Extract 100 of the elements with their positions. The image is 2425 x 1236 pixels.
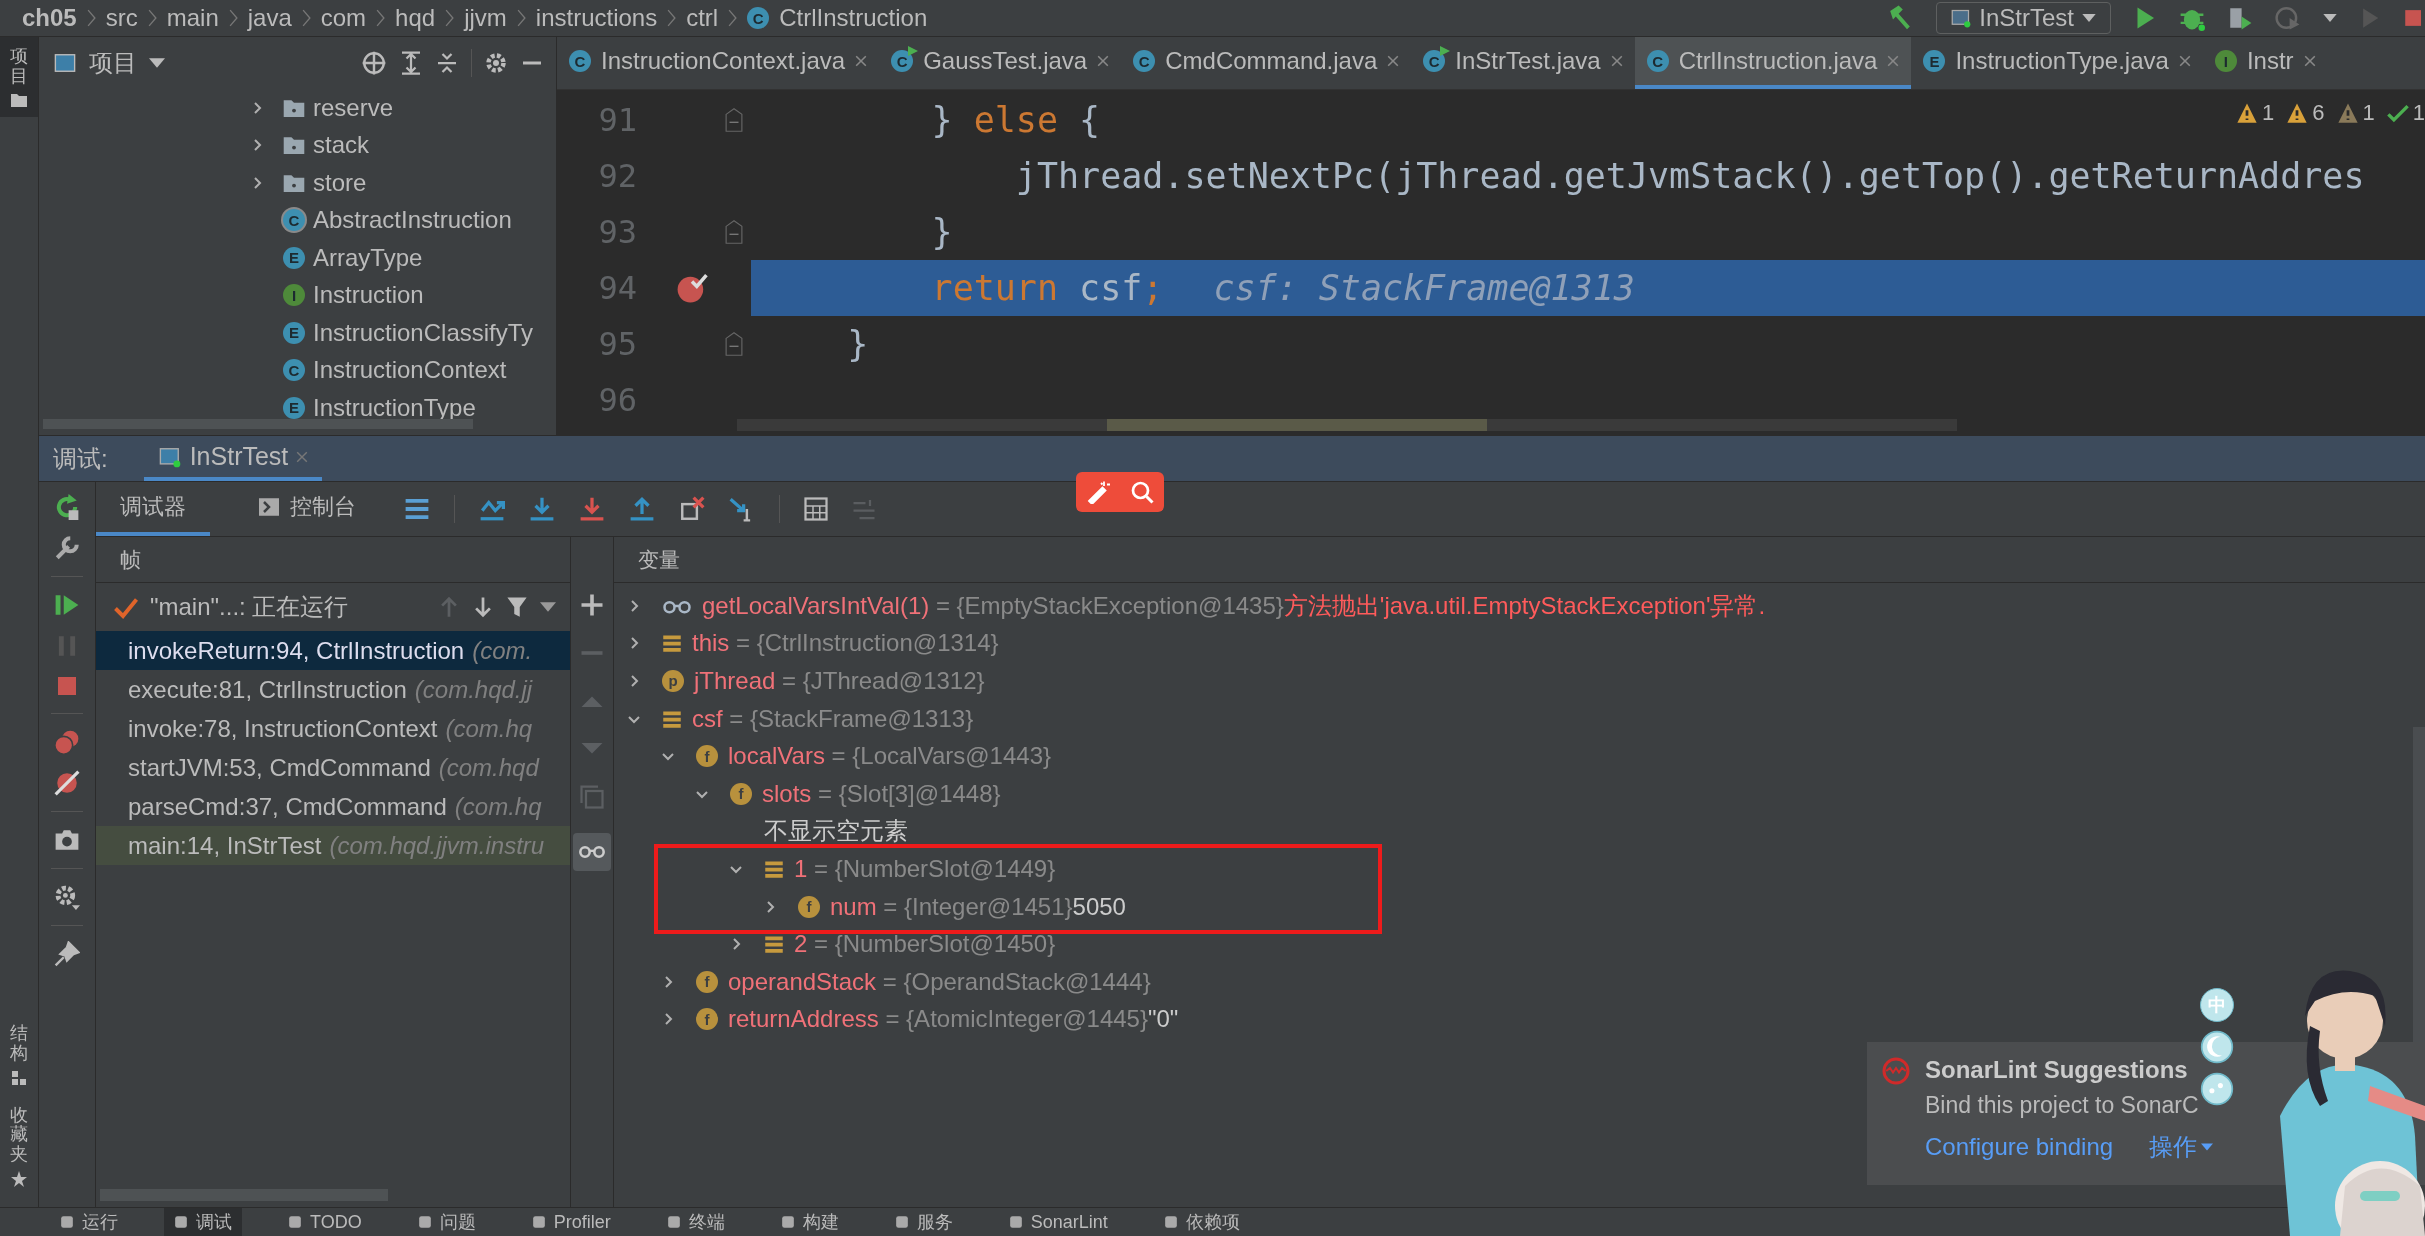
editor-tab[interactable]: C CmdCommand.java xyxy=(1121,37,1412,89)
step-into-icon[interactable] xyxy=(529,496,555,522)
breadcrumb-item[interactable]: instructions xyxy=(535,4,658,32)
variable-entry[interactable]: returnAddress = {AtomicInteger@1445}"0" xyxy=(728,1005,1179,1034)
stack-frame-row[interactable]: invokeReturn:94, CtrlInstruction (com. xyxy=(96,631,570,670)
calculator-icon[interactable] xyxy=(804,497,828,521)
scrollbar-thumb[interactable] xyxy=(1107,419,1487,431)
resume-icon[interactable] xyxy=(54,592,80,618)
breadcrumb-item[interactable]: main xyxy=(166,4,219,32)
pin-icon[interactable] xyxy=(54,941,80,967)
step-out-icon[interactable] xyxy=(629,496,655,522)
settings-icon[interactable] xyxy=(54,884,80,910)
tool-window-tab[interactable]: TODO xyxy=(278,1208,372,1236)
editor-tab[interactable]: C InstructionContext.java xyxy=(557,37,880,89)
tool-window-tab[interactable]: 服务 xyxy=(884,1208,963,1236)
project-panel-title[interactable]: 项目 xyxy=(89,47,137,79)
close-icon[interactable] xyxy=(1387,55,1400,67)
variable-entry[interactable]: 1 = {NumberSlot@1449} xyxy=(794,854,1056,883)
warning-icon[interactable] xyxy=(2236,102,2258,124)
fold-marker-icon[interactable] xyxy=(725,219,743,245)
dots-icon[interactable] xyxy=(2200,1072,2234,1106)
variable-entry[interactable]: getLocalVarsIntVal(1) = {EmptyStackException@1435}方法抛出'java.util.EmptyStackException'异常. xyxy=(702,589,1766,622)
editor-tab[interactable]: I Instr xyxy=(2202,37,2328,89)
tool-window-tab[interactable]: SonarLint xyxy=(998,1208,1118,1236)
mute-breakpoints-icon[interactable] xyxy=(54,770,80,796)
dropdown-caret-icon[interactable] xyxy=(540,602,556,612)
breadcrumb-item[interactable]: jjvm xyxy=(464,4,507,32)
variable-entry[interactable]: 2 = {NumberSlot@1450} xyxy=(794,930,1056,959)
variable-entry[interactable]: jThread = {JThread@1312} xyxy=(694,667,985,695)
breakpoints-icon[interactable] xyxy=(54,729,80,755)
project-tree-item[interactable]: InstructionContext xyxy=(313,356,507,385)
project-tree-item[interactable]: AbstractInstruction xyxy=(313,206,512,235)
collapse-all-icon[interactable] xyxy=(435,51,459,75)
filter-icon[interactable] xyxy=(506,596,528,618)
project-tree-item[interactable]: Instruction xyxy=(313,281,424,310)
debug-tab[interactable]: 调试器 xyxy=(96,482,210,536)
close-icon[interactable] xyxy=(2178,55,2191,67)
editor-tab[interactable]: E InstructionType.java xyxy=(1911,37,2203,89)
close-icon[interactable] xyxy=(1097,55,1110,67)
list-icon[interactable] xyxy=(404,496,430,522)
project-tree-item[interactable]: store xyxy=(313,168,367,197)
scrollbar-thumb[interactable] xyxy=(43,419,473,429)
close-icon[interactable] xyxy=(1610,55,1623,67)
project-tree-item[interactable]: ArrayType xyxy=(313,243,423,272)
check-icon[interactable] xyxy=(2386,102,2409,124)
editor-tab[interactable]: C InStrTest.java xyxy=(1411,37,1635,89)
dropdown-caret-icon[interactable] xyxy=(2323,14,2337,22)
project-tree-item[interactable]: InstructionType xyxy=(313,393,476,422)
breadcrumb-item[interactable]: ch05 xyxy=(22,4,77,32)
wrench-icon[interactable] xyxy=(54,535,80,561)
drop-frame-icon[interactable] xyxy=(679,496,705,522)
tool-window-tab[interactable]: 依赖项 xyxy=(1153,1208,1250,1236)
moon-icon[interactable] xyxy=(2200,1030,2234,1064)
tool-window-tab[interactable]: 终端 xyxy=(656,1208,735,1236)
stop-icon[interactable] xyxy=(2403,7,2421,29)
settings-icon[interactable] xyxy=(484,51,508,75)
crosshair-icon[interactable] xyxy=(361,50,387,76)
pen-icon[interactable] xyxy=(1086,480,1110,504)
arrow-down-icon[interactable] xyxy=(472,596,494,618)
fold-marker-icon[interactable] xyxy=(725,107,743,133)
close-icon[interactable] xyxy=(1887,55,1900,67)
tool-window-tab[interactable]: 问题 xyxy=(407,1208,486,1236)
warning-icon[interactable] xyxy=(2336,102,2359,124)
configure-binding-link[interactable]: Configure binding xyxy=(1925,1131,2114,1163)
project-tree-item[interactable]: InstructionClassifyTy xyxy=(313,318,534,347)
add-icon[interactable] xyxy=(580,593,604,617)
close-icon[interactable] xyxy=(2303,55,2316,67)
variable-entry[interactable]: localVars = {LocalVars@1443} xyxy=(728,742,1052,771)
thread-selector[interactable]: "main"...: 正在运行 xyxy=(150,591,349,623)
warning-icon[interactable] xyxy=(2286,102,2309,124)
breadcrumb-item[interactable]: src xyxy=(105,4,138,32)
variable-entry[interactable]: this = {CtrlInstruction@1314} xyxy=(692,629,999,658)
run-configuration-dropdown[interactable]: InStrTest xyxy=(1936,2,2111,34)
stack-frame-row[interactable]: invoke:78, InstructionContext (com.hq xyxy=(96,709,570,748)
stack-frame-row[interactable]: startJVM:53, CmdCommand (com.hqd xyxy=(96,748,570,787)
dropdown-caret-icon[interactable] xyxy=(149,58,165,68)
breadcrumb-item[interactable]: java xyxy=(247,4,292,32)
breadcrumb-item[interactable]: CtrlInstruction xyxy=(779,4,928,32)
screenshot-toolbar[interactable] xyxy=(1076,472,1164,512)
project-tree-item[interactable]: reserve xyxy=(313,93,394,122)
project-tree-item[interactable]: stack xyxy=(313,131,369,160)
actions-menu-link[interactable]: 操作 xyxy=(2149,1131,2214,1163)
close-icon[interactable] xyxy=(855,55,868,67)
stop-icon[interactable] xyxy=(55,674,79,698)
breadcrumb-item[interactable]: ctrl xyxy=(686,4,719,32)
stack-frame-row[interactable]: parseCmd:37, CmdCommand (com.hq xyxy=(96,787,570,826)
fold-marker-icon[interactable] xyxy=(725,331,743,357)
force-step-into-icon[interactable] xyxy=(579,496,605,522)
project-tool-button[interactable]: 项目 xyxy=(0,37,38,117)
editor-tab[interactable]: C GaussTest.java xyxy=(879,37,1122,89)
editor-tab[interactable]: C CtrlInstruction.java xyxy=(1634,37,1912,89)
debug-session-tab[interactable]: InStrTest xyxy=(143,436,323,481)
variable-entry[interactable]: operandStack = {OperandStack@1444} xyxy=(728,967,1151,996)
tool-window-tab[interactable]: 运行 xyxy=(50,1208,128,1236)
stack-frame-row[interactable]: main:14, InStrTest (com.hqd.jjvm.instru xyxy=(96,826,570,865)
glasses-toggle-button[interactable] xyxy=(573,833,611,871)
stack-frame-row[interactable]: execute:81, CtrlInstruction (com.hqd.jj xyxy=(96,670,570,709)
breadcrumb-item[interactable]: hqd xyxy=(395,4,436,32)
expand-all-icon[interactable] xyxy=(399,51,423,75)
variable-entry[interactable]: csf = {StackFrame@1313} xyxy=(692,704,974,733)
